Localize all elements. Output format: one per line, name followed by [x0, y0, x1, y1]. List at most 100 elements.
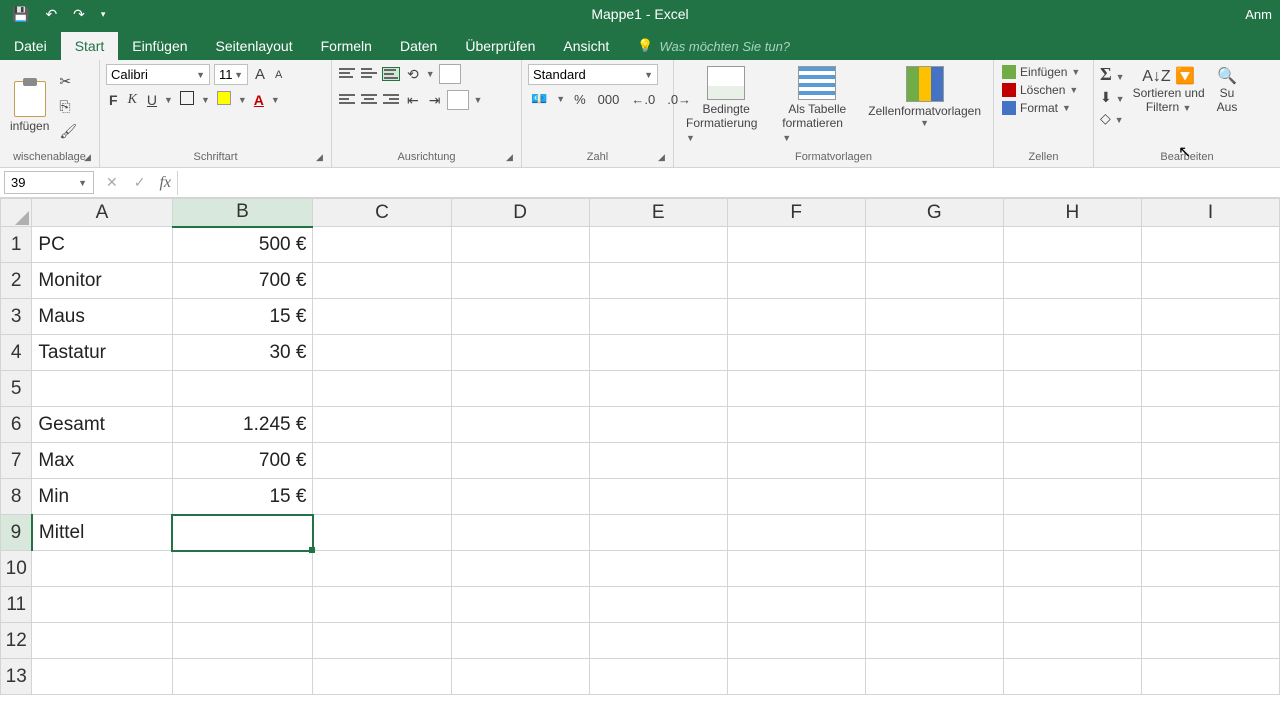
cell-D7[interactable] [451, 443, 589, 479]
increase-font-icon[interactable]: A [252, 66, 268, 83]
cell-I5[interactable] [1141, 371, 1279, 407]
cell-F1[interactable] [727, 227, 865, 263]
cell-E13[interactable] [589, 659, 727, 695]
row-header-2[interactable]: 2 [1, 263, 32, 299]
cell-A1[interactable]: PC [32, 227, 172, 263]
col-header-D[interactable]: D [451, 199, 589, 227]
cell-A9[interactable]: Mittel [32, 515, 172, 551]
cell-C13[interactable] [313, 659, 451, 695]
cell-A11[interactable] [32, 587, 172, 623]
cell-B10[interactable] [172, 551, 313, 587]
cell-styles-button[interactable]: Zellenformatvorlagen ▼ [862, 64, 987, 149]
tab-datei[interactable]: Datei [0, 32, 61, 60]
select-all-corner[interactable] [1, 199, 32, 227]
cell-C11[interactable] [313, 587, 451, 623]
row-header-6[interactable]: 6 [1, 407, 32, 443]
cell-F7[interactable] [727, 443, 865, 479]
cell-E2[interactable] [589, 263, 727, 299]
cell-H8[interactable] [1003, 479, 1141, 515]
cell-G4[interactable] [865, 335, 1003, 371]
cell-E3[interactable] [589, 299, 727, 335]
col-header-C[interactable]: C [313, 199, 451, 227]
cell-F6[interactable] [727, 407, 865, 443]
cell-B2[interactable]: 700 € [172, 263, 313, 299]
conditional-formatting-button[interactable]: Bedingte Formatierung ▼ [680, 64, 772, 149]
row-header-4[interactable]: 4 [1, 335, 32, 371]
row-header-8[interactable]: 8 [1, 479, 32, 515]
wrap-text-icon[interactable] [439, 64, 461, 84]
cell-H9[interactable] [1003, 515, 1141, 551]
cell-G12[interactable] [865, 623, 1003, 659]
cell-E4[interactable] [589, 335, 727, 371]
format-cells-button[interactable]: Format▼ [1000, 100, 1087, 116]
chevron-down-icon[interactable]: ▼ [473, 95, 482, 105]
cell-G6[interactable] [865, 407, 1003, 443]
cell-H13[interactable] [1003, 659, 1141, 695]
clear-button[interactable]: ◇ ▼ [1100, 110, 1124, 127]
row-header-12[interactable]: 12 [1, 623, 32, 659]
cell-C6[interactable] [313, 407, 451, 443]
cell-G11[interactable] [865, 587, 1003, 623]
cell-G5[interactable] [865, 371, 1003, 407]
cell-G1[interactable] [865, 227, 1003, 263]
save-icon[interactable]: 💾 [8, 4, 33, 25]
cell-C12[interactable] [313, 623, 451, 659]
formula-input[interactable] [177, 171, 1280, 195]
cell-F13[interactable] [727, 659, 865, 695]
cell-B5[interactable] [172, 371, 313, 407]
align-left-icon[interactable] [338, 93, 356, 107]
tab-daten[interactable]: Daten [386, 32, 451, 60]
cell-I6[interactable] [1141, 407, 1279, 443]
alignment-dialog-launcher-icon[interactable]: ◢ [506, 152, 518, 164]
fill-color-button[interactable] [214, 91, 234, 108]
cell-I2[interactable] [1141, 263, 1279, 299]
cell-A2[interactable]: Monitor [32, 263, 172, 299]
number-dialog-launcher-icon[interactable]: ◢ [658, 152, 670, 164]
cell-H3[interactable] [1003, 299, 1141, 335]
align-right-icon[interactable] [382, 93, 400, 107]
row-header-3[interactable]: 3 [1, 299, 32, 335]
copy-icon[interactable]: ⎘ [57, 96, 79, 117]
enter-formula-icon[interactable]: ✓ [126, 174, 154, 191]
currency-icon[interactable]: 💶 [528, 91, 550, 107]
cell-I12[interactable] [1141, 623, 1279, 659]
align-bottom-icon[interactable] [382, 67, 400, 81]
clipboard-dialog-launcher-icon[interactable]: ◢ [84, 152, 96, 164]
col-header-I[interactable]: I [1141, 199, 1279, 227]
fill-button[interactable]: ⬇ ▼ [1100, 89, 1125, 106]
row-header-5[interactable]: 5 [1, 371, 32, 407]
cell-F2[interactable] [727, 263, 865, 299]
cell-F3[interactable] [727, 299, 865, 335]
cell-D8[interactable] [451, 479, 589, 515]
cell-C9[interactable] [313, 515, 451, 551]
autosum-button[interactable]: Σ ▼ [1100, 64, 1125, 85]
chevron-down-icon[interactable]: ▼ [201, 95, 210, 105]
col-header-B[interactable]: B [172, 199, 313, 227]
col-header-H[interactable]: H [1003, 199, 1141, 227]
cell-D4[interactable] [451, 335, 589, 371]
cell-E12[interactable] [589, 623, 727, 659]
cell-B7[interactable]: 700 € [172, 443, 313, 479]
cell-I11[interactable] [1141, 587, 1279, 623]
chevron-down-icon[interactable]: ▼ [556, 94, 565, 104]
align-middle-icon[interactable] [360, 67, 378, 81]
cell-D6[interactable] [451, 407, 589, 443]
cell-C3[interactable] [313, 299, 451, 335]
cell-D13[interactable] [451, 659, 589, 695]
chevron-down-icon[interactable]: ▼ [238, 95, 247, 105]
cell-G9[interactable] [865, 515, 1003, 551]
cell-A4[interactable]: Tastatur [32, 335, 172, 371]
decrease-font-icon[interactable]: A [272, 69, 285, 81]
font-name-combo[interactable]: Calibri▼ [106, 64, 210, 85]
cell-A6[interactable]: Gesamt [32, 407, 172, 443]
cell-G10[interactable] [865, 551, 1003, 587]
cell-E8[interactable] [589, 479, 727, 515]
merge-cells-icon[interactable] [447, 90, 469, 110]
row-header-11[interactable]: 11 [1, 587, 32, 623]
cell-G3[interactable] [865, 299, 1003, 335]
format-painter-icon[interactable]: 🖌 [57, 121, 79, 142]
increase-indent-icon[interactable]: ⇥ [426, 92, 444, 109]
cell-E6[interactable] [589, 407, 727, 443]
cell-A8[interactable]: Min [32, 479, 172, 515]
undo-icon[interactable]: ↶ [41, 4, 61, 25]
